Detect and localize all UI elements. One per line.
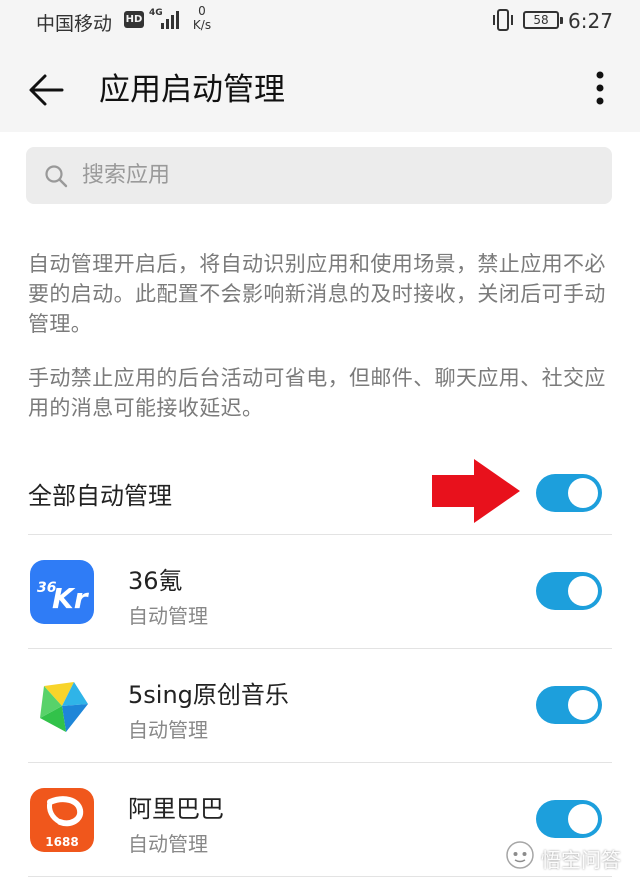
back-button[interactable] — [20, 66, 68, 114]
toolbar: 应用启动管理 — [0, 44, 640, 132]
app-name: 阿里巴巴 — [128, 795, 224, 823]
app-name: 5sing原创音乐 — [128, 681, 289, 709]
arrow-left-icon — [29, 74, 64, 106]
app-toggle-alibaba[interactable] — [536, 800, 602, 838]
manual-manage-description: 手动禁止应用的后台活动可省电，但邮件、聊天应用、社交应用的消息可能接收延迟。 — [28, 366, 606, 420]
master-auto-manage-row: 全部自动管理 — [0, 452, 640, 534]
vibrate-icon — [491, 9, 515, 36]
hd-badge: HD — [124, 11, 144, 28]
svg-text:Kr: Kr — [52, 582, 90, 615]
app-status: 自动管理 — [128, 832, 208, 856]
page-title: 应用启动管理 — [99, 72, 285, 108]
red-arrow-icon — [432, 459, 520, 523]
auto-manage-description: 自动管理开启后，将自动识别应用和使用场景，禁止应用不必要的启动。此配置不会影响新… — [28, 252, 606, 336]
master-auto-manage-toggle[interactable] — [536, 474, 602, 512]
svg-text:1688: 1688 — [45, 835, 78, 849]
alibaba-1688-logo-icon: 1688 — [30, 788, 94, 852]
toggle-knob — [568, 804, 598, 834]
app-row-36kr[interactable]: 36 Kr 36氪 自动管理 — [0, 534, 640, 648]
app-status: 自动管理 — [128, 718, 208, 742]
watermark-text: 悟空问答 — [541, 848, 621, 872]
search-box[interactable] — [26, 147, 612, 204]
36kr-logo-icon: 36 Kr — [30, 560, 94, 624]
master-auto-manage-label: 全部自动管理 — [28, 482, 172, 510]
divider — [28, 876, 612, 877]
toggle-knob — [568, 576, 598, 606]
5sing-logo-icon — [30, 674, 94, 738]
more-vertical-icon — [596, 71, 604, 105]
more-options-button[interactable] — [584, 68, 616, 112]
signal-icon — [161, 10, 183, 34]
search-icon — [44, 164, 68, 192]
carrier-label: 中国移动 — [36, 13, 113, 35]
search-input[interactable] — [82, 147, 592, 204]
app-status: 自动管理 — [128, 604, 208, 628]
app-name: 36氪 — [128, 567, 183, 595]
clock: 6:27 — [568, 9, 613, 33]
speed-unit: K/s — [192, 18, 212, 32]
app-toggle-36kr[interactable] — [536, 572, 602, 610]
app-toggle-5sing[interactable] — [536, 686, 602, 724]
battery-icon: 58 — [523, 11, 563, 29]
app-row-5sing[interactable]: 5sing原创音乐 自动管理 — [0, 648, 640, 762]
network-speed: 0 K/s — [190, 4, 214, 32]
battery-level: 58 — [533, 13, 549, 27]
speed-value: 0 — [198, 4, 206, 18]
status-bar: 中国移动 HD 4G 0 K/s 58 6:27 — [0, 0, 640, 44]
toggle-knob — [568, 478, 598, 508]
wukong-logo-icon — [506, 841, 534, 869]
toggle-knob — [568, 690, 598, 720]
